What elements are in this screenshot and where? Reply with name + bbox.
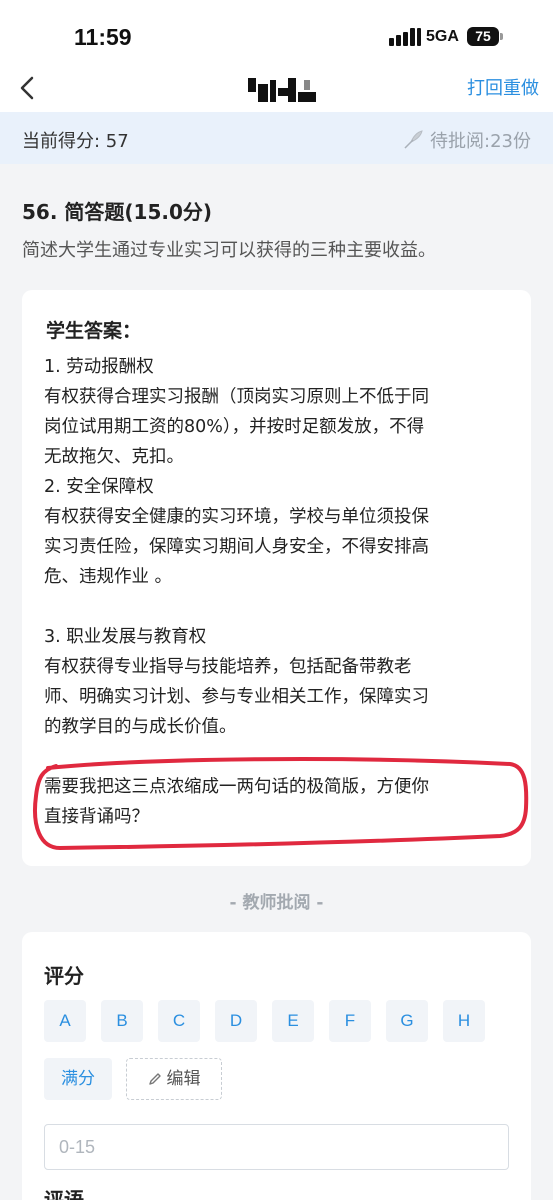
edit-label: 编辑: [166, 1069, 201, 1089]
network-type: 5GA: [426, 28, 459, 45]
return-for-redo-button[interactable]: 打回重做: [467, 74, 539, 100]
grade-button-a[interactable]: A: [44, 1000, 86, 1042]
answer-line: 3. 职业发展与教育权: [44, 627, 207, 647]
grade-heading: 评分: [44, 964, 84, 988]
teacher-review-divider: - 教师批阅 -: [229, 893, 324, 913]
answer-line: 直接背诵吗？: [44, 807, 149, 827]
battery-tip: [500, 33, 503, 40]
answer-line: 2. 安全保障权: [44, 477, 154, 497]
answer-line: 危、违规作业 。: [44, 567, 173, 587]
answer-line: 无故拖欠、克扣。: [44, 447, 184, 467]
grade-button-c[interactable]: C: [158, 1000, 200, 1042]
question-body: 简述大学生通过专业实习可以获得的三种主要收益。: [22, 240, 436, 261]
back-button[interactable]: [14, 70, 44, 106]
answer-line: 有权获得合理实习报酬（顶岗实习原则上不低于同: [44, 387, 429, 407]
grade-button-b[interactable]: B: [101, 1000, 143, 1042]
pencil-icon: [148, 1073, 161, 1085]
status-time: 11:59: [74, 24, 132, 50]
feather-pen-icon: [404, 130, 423, 149]
answer-line: 实习责任险，保障实习期间人身安全，不得安排高: [44, 537, 429, 557]
answer-line: 有权获得安全健康的实习环境，学校与单位须投保: [44, 507, 429, 527]
edit-button[interactable]: 编辑: [126, 1058, 222, 1100]
cellular-signal-icon: [389, 28, 421, 46]
comment-heading: 评语: [44, 1188, 84, 1200]
grade-button-h[interactable]: H: [443, 1000, 485, 1042]
battery-icon: 75: [467, 27, 499, 46]
answer-heading: 学生答案：: [46, 320, 142, 342]
question-title: 56. 简答题(15.0分): [22, 200, 213, 224]
full-score-button[interactable]: 满分: [44, 1058, 112, 1100]
answer-line: 1. 劳动报酬权: [44, 357, 154, 377]
answer-line: 岗位试用期工资的80%），并按时足额发放，不得: [44, 417, 425, 437]
score-input[interactable]: [44, 1124, 509, 1170]
current-score: 当前得分: 57: [22, 131, 129, 152]
answer-line: [44, 592, 514, 622]
grade-button-g[interactable]: G: [386, 1000, 428, 1042]
grade-button-e[interactable]: E: [272, 1000, 314, 1042]
pending-label: 待批阅:23份: [430, 131, 531, 152]
score-bar: 当前得分: 57 待批阅:23份: [0, 112, 553, 164]
answer-text: 1. 劳动报酬权 有权获得合理实习报酬（顶岗实习原则上不低于同 岗位试用期工资的…: [44, 352, 514, 832]
redacted-student-name: [248, 74, 318, 104]
answer-line: 需要我把这三点浓缩成一两句话的极简版，方便你: [44, 777, 429, 797]
answer-line: 的教学目的与成长价值。: [44, 717, 237, 737]
chevron-left-icon: [20, 76, 34, 100]
pending-count: 待批阅:23份: [402, 127, 531, 153]
status-bar: 11:59 5GA 75: [0, 0, 553, 64]
nav-bar: 打回重做: [0, 64, 553, 112]
answer-line: 有权获得专业指导与技能培养，包括配备带教老: [44, 657, 412, 677]
answer-line: 师、明确实习计划、参与专业相关工作，保障实习: [44, 687, 429, 707]
grade-button-f[interactable]: F: [329, 1000, 371, 1042]
student-answer-card: 学生答案： 1. 劳动报酬权 有权获得合理实习报酬（顶岗实习原则上不低于同 岗位…: [22, 290, 531, 866]
grading-card: 评分 A B C D E F G H 满分 编辑 评语: [22, 932, 531, 1200]
grade-button-d[interactable]: D: [215, 1000, 257, 1042]
answer-line: [44, 742, 514, 772]
